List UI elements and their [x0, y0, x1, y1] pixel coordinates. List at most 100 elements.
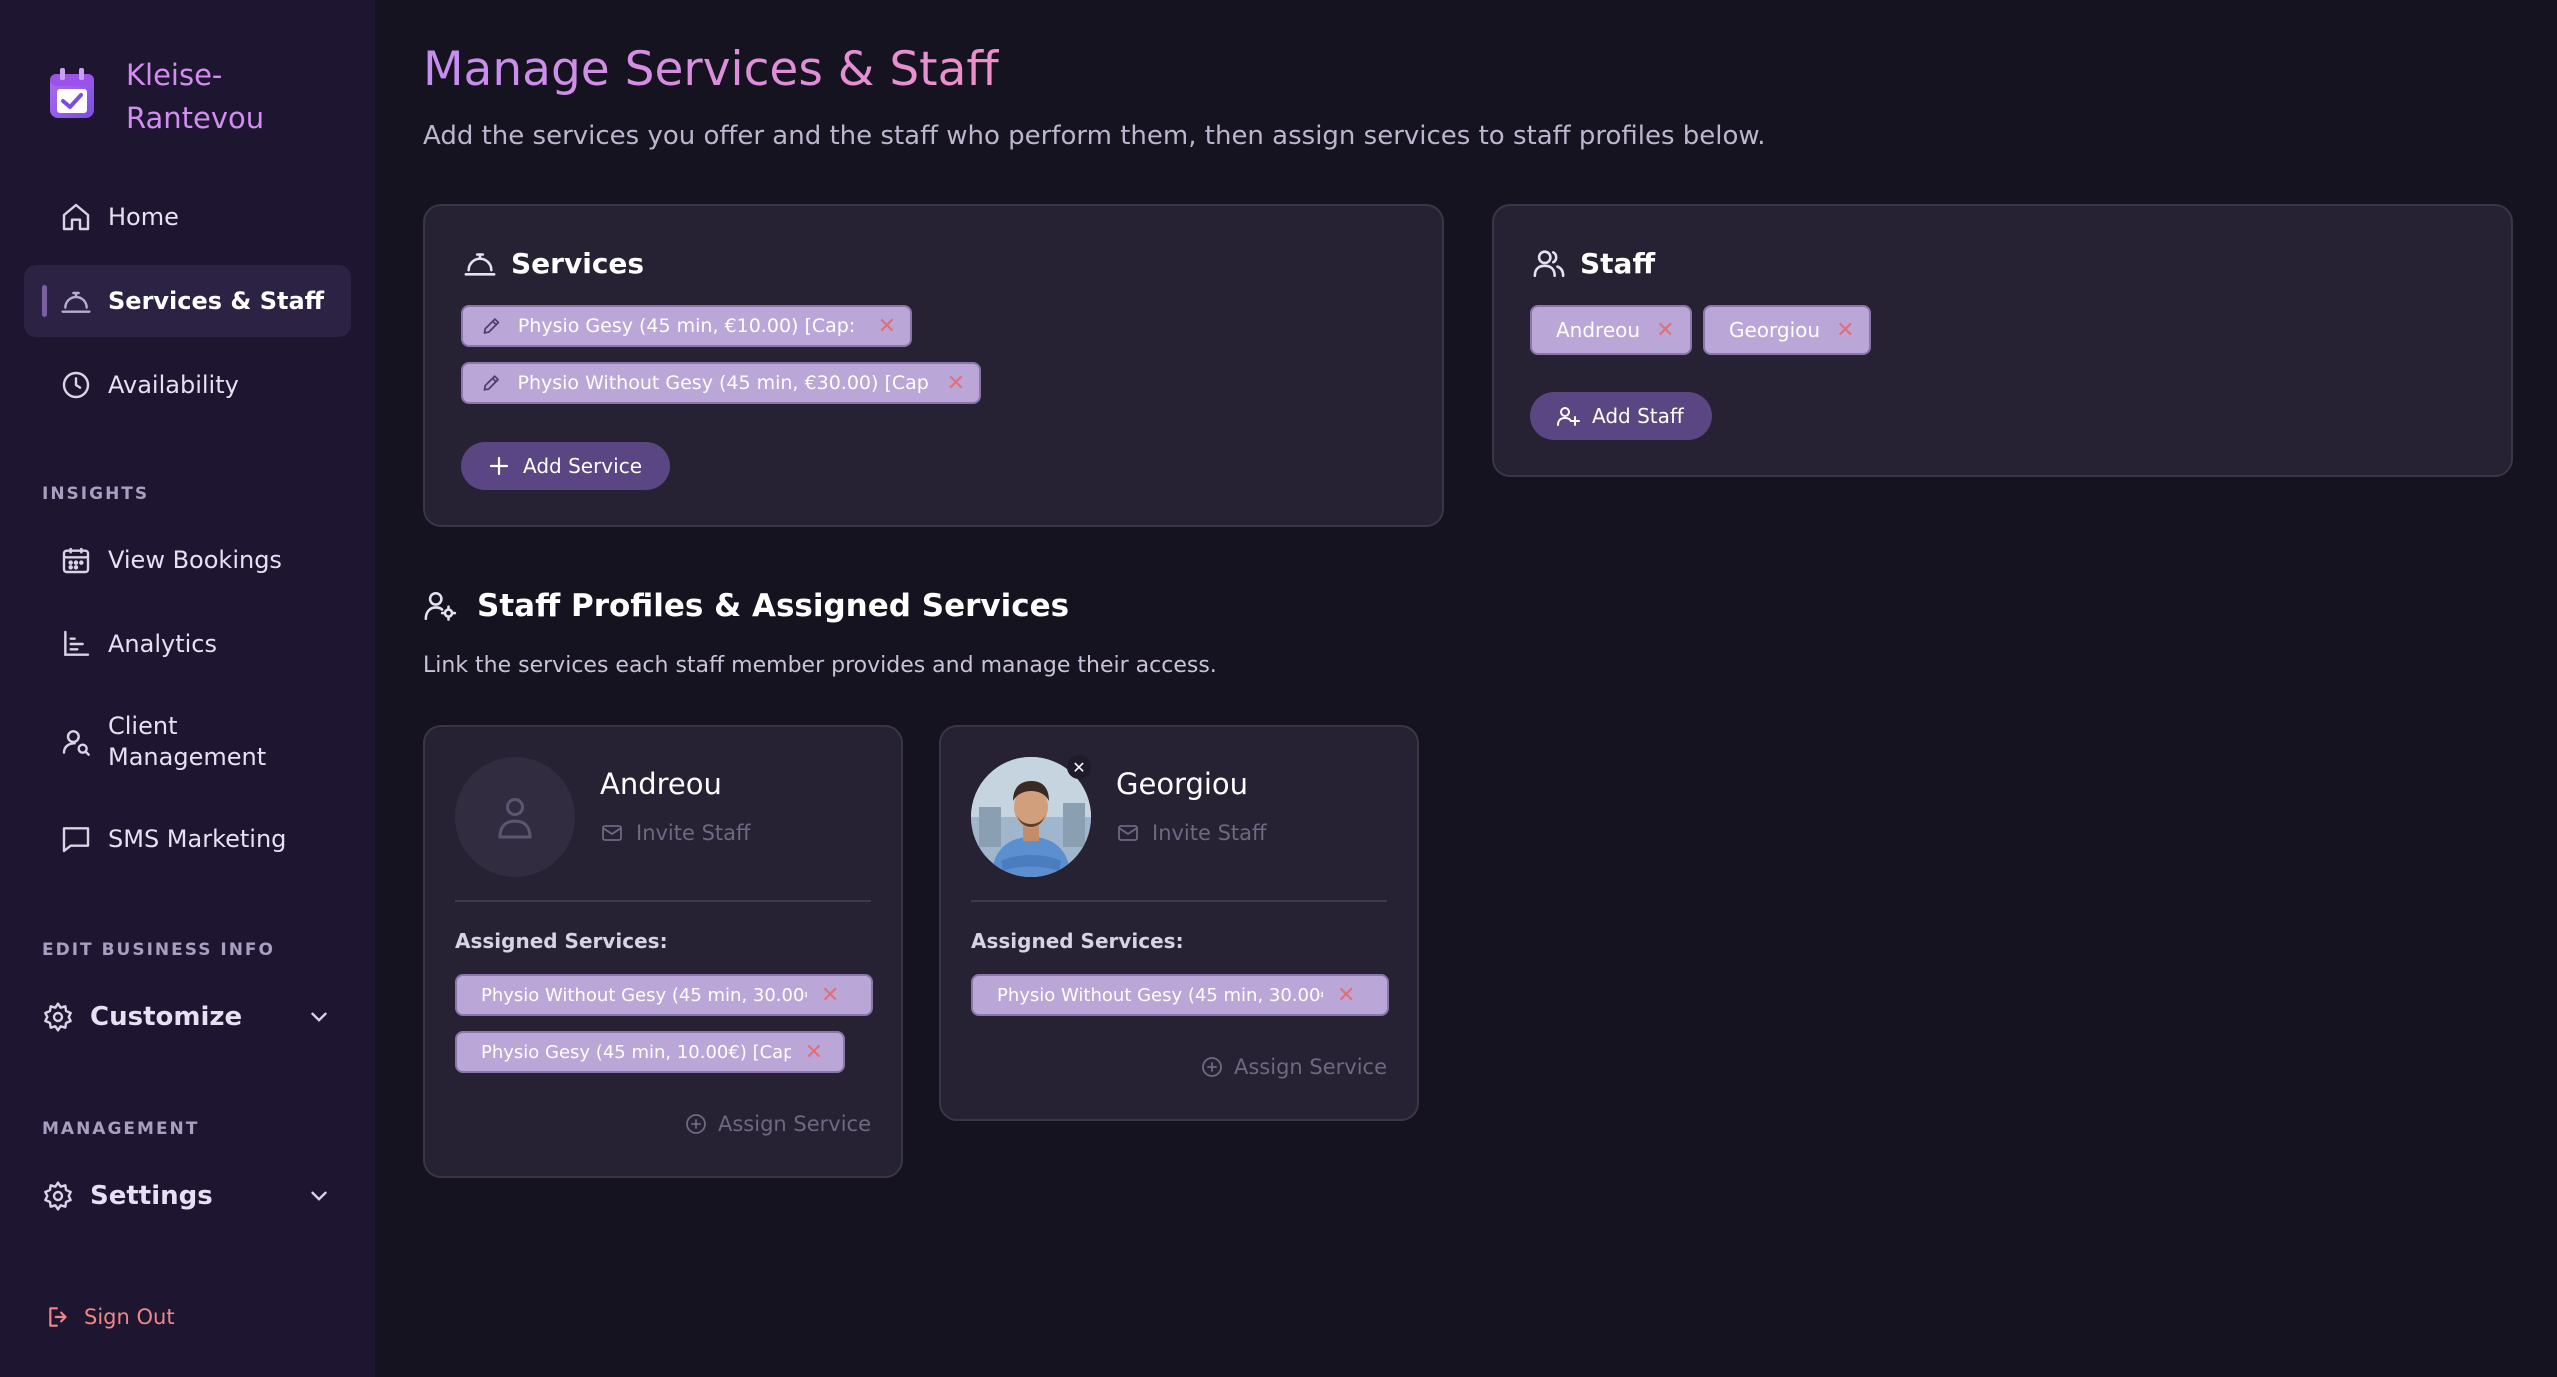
- plus-circle-icon: [1202, 1057, 1222, 1077]
- edit-business-heading: EDIT BUSINESS INFO: [42, 940, 275, 960]
- message-icon: [62, 827, 90, 853]
- sidebar-item-label: Analytics: [108, 630, 217, 658]
- gear-icon: [44, 1002, 72, 1032]
- sidebar-item-availability[interactable]: Availability: [24, 349, 351, 421]
- assigned-service-chip: Physio Without Gesy (45 min, 30.00€) [Ca…: [971, 974, 1389, 1016]
- staff-name: Andreou: [600, 767, 722, 801]
- settings-dropdown[interactable]: Settings: [42, 1172, 332, 1220]
- mail-icon: [602, 825, 622, 841]
- assigned-service-chip: Physio Gesy (45 min, 10.00€) [Cap: 3] ✕: [455, 1031, 845, 1073]
- staff-chip[interactable]: Georgiou ✕: [1703, 305, 1871, 355]
- user-search-icon: [62, 730, 90, 756]
- assigned-service-chip: Physio Without Gesy (45 min, 30.00€) [Ca…: [455, 974, 873, 1016]
- gear-icon: [44, 1181, 72, 1211]
- avatar[interactable]: [455, 757, 575, 877]
- sidebar-item-client-management[interactable]: Client Management: [24, 706, 351, 778]
- user-settings-icon: [424, 591, 457, 621]
- remove-photo-icon[interactable]: ✕: [1067, 755, 1091, 779]
- calendar-icon: [62, 548, 90, 574]
- page-title: Manage Services & Staff: [423, 42, 999, 97]
- add-service-button[interactable]: Add Service: [461, 442, 670, 490]
- services-card: Services Physio Gesy (45 min, €10.00) [C…: [423, 204, 1444, 527]
- bar-chart-icon: [64, 630, 90, 656]
- sidebar-item-label: View Bookings: [108, 546, 282, 574]
- assigned-services-heading: Assigned Services:: [455, 929, 668, 953]
- sidebar-item-sms-marketing[interactable]: SMS Marketing: [24, 803, 351, 875]
- divider: [971, 900, 1387, 902]
- sign-out-button[interactable]: Sign Out: [46, 1304, 175, 1330]
- sidebar-item-label: Client Management: [108, 712, 267, 771]
- sidebar-item-label: Home: [108, 203, 179, 231]
- remove-service-icon[interactable]: ✕: [878, 314, 896, 339]
- assign-service-label: Assign Service: [717, 1112, 871, 1136]
- management-heading: MANAGEMENT: [42, 1119, 200, 1139]
- assign-service-button[interactable]: Assign Service: [684, 1112, 871, 1136]
- staff-header: Staff: [1532, 246, 1655, 280]
- page-subtitle: Add the services you offer and the staff…: [423, 121, 1766, 151]
- mail-icon: [1118, 825, 1138, 841]
- add-staff-button[interactable]: Add Staff: [1530, 392, 1712, 440]
- staff-profile-card: ✕ Georgiou Invite Staff Assigned Service…: [939, 725, 1419, 1121]
- profiles-section-title: Staff Profiles & Assigned Services: [423, 588, 1069, 624]
- assign-service-button[interactable]: Assign Service: [1200, 1055, 1387, 1079]
- remove-assigned-icon[interactable]: ✕: [1337, 983, 1355, 1008]
- service-chip[interactable]: Physio Without Gesy (45 min, €30.00) [Ca…: [461, 362, 981, 404]
- insights-heading: INSIGHTS: [42, 484, 150, 504]
- chevron-down-icon: [311, 1012, 327, 1022]
- assigned-service-label: Physio Without Gesy (45 min, 30.00€) [Ca…: [481, 984, 807, 1006]
- staff-title: Staff: [1580, 246, 1656, 280]
- service-chip-label: Physio Gesy (45 min, €10.00) [Cap: 3]: [517, 315, 862, 337]
- calendar-check-icon: [50, 68, 94, 118]
- chevron-down-icon: [311, 1191, 327, 1201]
- brand[interactable]: Kleise- Rantevou: [48, 54, 264, 140]
- users-icon: [1533, 250, 1565, 278]
- invite-staff-button[interactable]: Invite Staff: [1116, 821, 1267, 845]
- profiles-section-subtitle: Link the services each staff member prov…: [423, 653, 1217, 678]
- assigned-services-heading: Assigned Services:: [971, 929, 1184, 953]
- remove-assigned-icon[interactable]: ✕: [805, 1040, 823, 1065]
- user-placeholder-icon: [498, 798, 532, 839]
- assigned-service-label: Physio Gesy (45 min, 10.00€) [Cap: 3]: [481, 1041, 791, 1063]
- settings-label: Settings: [90, 1181, 213, 1211]
- service-chip-label: Physio Without Gesy (45 min, €30.00) [Ca…: [517, 372, 931, 394]
- remove-assigned-icon[interactable]: ✕: [821, 983, 839, 1008]
- assign-service-label: Assign Service: [1233, 1055, 1387, 1079]
- sidebar-item-label: SMS Marketing: [108, 825, 287, 853]
- staff-card: Staff Andreou ✕ Georgiou ✕ Add Staff: [1492, 204, 2513, 477]
- sidebar-item-services-staff[interactable]: Services & Staff: [24, 265, 351, 337]
- sidebar-item-view-bookings[interactable]: View Bookings: [24, 524, 351, 596]
- home-icon: [62, 203, 90, 231]
- sidebar-item-home[interactable]: Home: [24, 181, 351, 253]
- staff-chip[interactable]: Andreou ✕: [1530, 305, 1692, 355]
- services-title: Services: [511, 246, 645, 280]
- sidebar-item-label: Availability: [108, 371, 239, 399]
- invite-staff-label: Invite Staff: [636, 821, 751, 845]
- clock-icon: [62, 371, 90, 399]
- service-bell-icon: [61, 291, 91, 313]
- sign-out-label: Sign Out: [84, 1305, 175, 1329]
- add-staff-label: Add Staff: [1592, 404, 1684, 428]
- service-chip[interactable]: Physio Gesy (45 min, €10.00) [Cap: 3] ✕: [461, 305, 912, 347]
- services-header: Services: [463, 246, 644, 280]
- sidebar-item-label: Services & Staff: [108, 287, 325, 315]
- remove-staff-icon[interactable]: ✕: [1656, 318, 1674, 343]
- assigned-service-label: Physio Without Gesy (45 min, 30.00€) [Ca…: [997, 984, 1323, 1006]
- plus-icon: [489, 456, 509, 476]
- user-plus-icon: [1557, 407, 1580, 426]
- service-bell-icon: [464, 253, 496, 276]
- remove-staff-icon[interactable]: ✕: [1836, 318, 1854, 343]
- staff-chip-label: Georgiou: [1729, 318, 1821, 342]
- add-service-label: Add Service: [523, 454, 642, 478]
- brand-name: Kleise- Rantevou: [126, 58, 265, 135]
- divider: [455, 900, 871, 902]
- sign-out-icon: [49, 1307, 67, 1327]
- staff-chip-label: Andreou: [1556, 318, 1641, 342]
- pencil-icon: [483, 318, 500, 334]
- invite-staff-label: Invite Staff: [1152, 821, 1267, 845]
- customize-label: Customize: [90, 1002, 243, 1032]
- invite-staff-button[interactable]: Invite Staff: [600, 821, 751, 845]
- sidebar-item-analytics[interactable]: Analytics: [24, 608, 351, 680]
- remove-service-icon[interactable]: ✕: [947, 371, 965, 396]
- customize-dropdown[interactable]: Customize: [42, 993, 332, 1041]
- staff-profile-card: Andreou Invite Staff Assigned Services: …: [423, 725, 903, 1178]
